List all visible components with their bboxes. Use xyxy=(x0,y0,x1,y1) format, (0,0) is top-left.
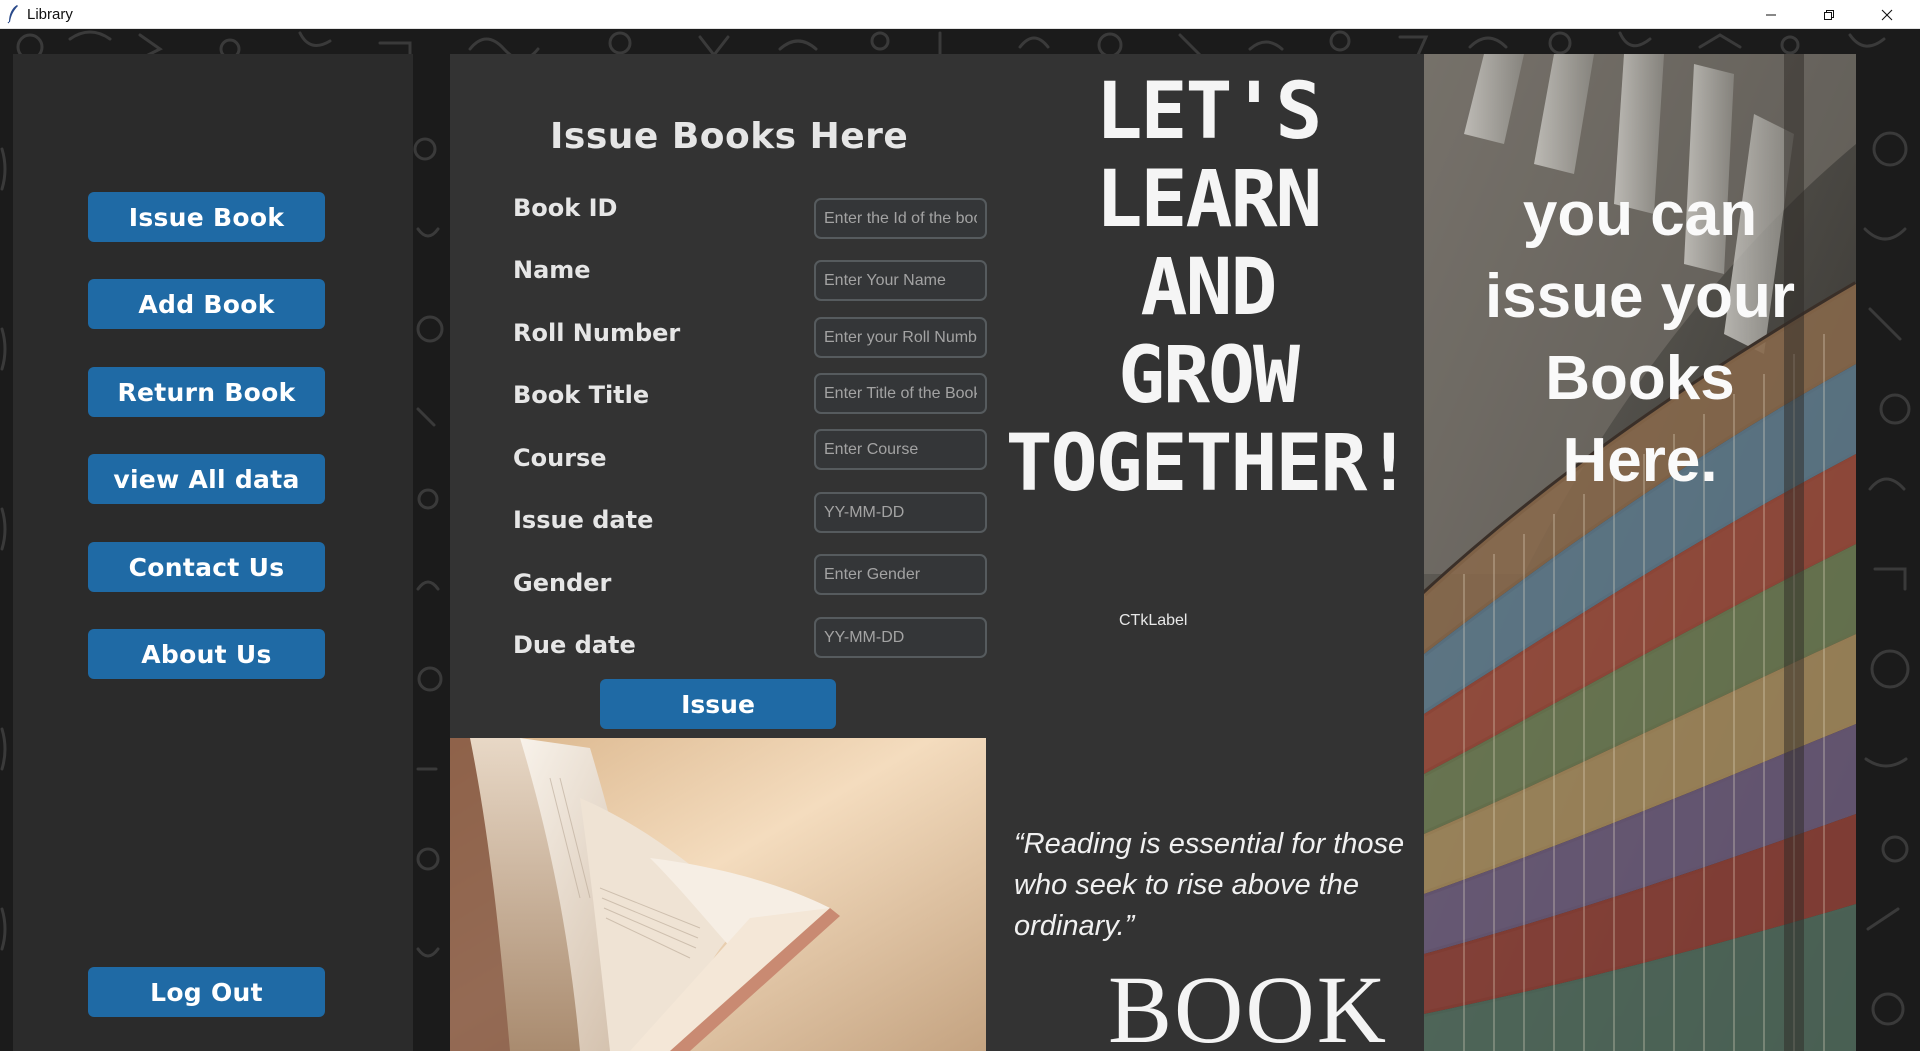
slogan-line: LET'S xyxy=(1095,67,1323,157)
slogan-line: TOGETHER! xyxy=(1005,419,1413,509)
gender-label: Gender xyxy=(513,569,612,597)
close-icon[interactable] xyxy=(1858,0,1916,29)
title-bar: Library xyxy=(0,0,1920,29)
due-date-input[interactable] xyxy=(814,617,987,658)
slogan: LET'S LEARN AND GROW TOGETHER! xyxy=(988,68,1428,508)
minimize-icon[interactable] xyxy=(1742,0,1800,29)
open-book-image xyxy=(450,738,986,1051)
window-title: Library xyxy=(27,6,73,23)
library-image: you can issue your Books Here. xyxy=(1424,54,1856,1051)
add-book-button[interactable]: Add Book xyxy=(88,279,325,329)
book-id-label: Book ID xyxy=(513,194,618,222)
library-caption-line: Here. xyxy=(1562,426,1718,495)
slogan-line: LEARN xyxy=(1095,155,1323,245)
slogan-line: GROW xyxy=(1118,331,1300,421)
issue-date-input[interactable] xyxy=(814,492,987,533)
name-input[interactable] xyxy=(814,260,987,301)
gender-input[interactable] xyxy=(814,554,987,595)
library-caption-line: Books xyxy=(1545,344,1735,413)
placeholder-label: CTkLabel xyxy=(1119,612,1188,629)
form-title: Issue Books Here xyxy=(550,116,909,157)
library-caption-line: you can xyxy=(1522,180,1758,249)
reading-quote: “Reading is essential for those who seek… xyxy=(1014,828,1405,942)
library-caption-line: issue your xyxy=(1484,262,1796,331)
issue-date-label: Issue date xyxy=(513,506,654,534)
feather-icon xyxy=(7,5,18,24)
about-us-button[interactable]: About Us xyxy=(88,629,325,679)
contact-us-button[interactable]: Contact Us xyxy=(88,542,325,592)
return-book-button[interactable]: Return Book xyxy=(88,367,325,417)
due-date-label: Due date xyxy=(513,631,636,659)
roll-number-input[interactable] xyxy=(814,317,987,358)
name-label: Name xyxy=(513,256,591,284)
issue-book-button[interactable]: Issue Book xyxy=(88,192,325,242)
book-heading: BOOK xyxy=(1108,956,1389,1051)
book-title-input[interactable] xyxy=(814,373,987,414)
roll-number-label: Roll Number xyxy=(513,319,681,347)
view-all-data-button[interactable]: view All data xyxy=(88,454,325,504)
app-window: Library Issue Book Add Book Return Book … xyxy=(0,0,1920,1051)
slogan-line: AND xyxy=(1140,243,1278,333)
sidebar: Issue Book Add Book Return Book view All… xyxy=(13,54,413,1051)
restore-icon[interactable] xyxy=(1800,0,1858,29)
course-input[interactable] xyxy=(814,429,987,470)
library-caption: you can issue your Books Here. xyxy=(1424,174,1856,502)
log-out-button[interactable]: Log Out xyxy=(88,967,325,1017)
book-id-input[interactable] xyxy=(814,198,987,239)
course-label: Course xyxy=(513,444,607,472)
issue-button[interactable]: Issue xyxy=(600,679,836,729)
book-title-label: Book Title xyxy=(513,381,650,409)
